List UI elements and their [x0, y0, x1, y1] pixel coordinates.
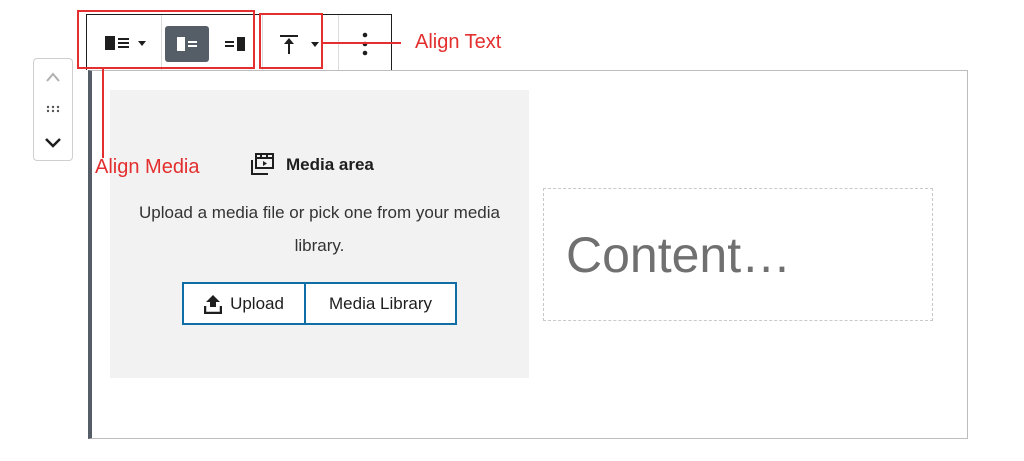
- media-area-label: Media area: [286, 155, 374, 174]
- move-down-button[interactable]: [34, 127, 72, 157]
- align-media-pointer: [102, 68, 104, 158]
- media-right-icon: [225, 37, 245, 51]
- align-text-annotation: Align Text: [415, 31, 502, 53]
- caret-down-icon: [311, 42, 319, 47]
- align-media-annotation: Align Media: [95, 156, 200, 178]
- media-library-button[interactable]: Media Library: [306, 282, 457, 325]
- media-left-icon: [105, 36, 129, 50]
- media-placeholder: Media area Upload a media file or pick o…: [110, 90, 529, 378]
- content-placeholder: Content…: [566, 226, 792, 283]
- more-options-button[interactable]: [343, 26, 387, 62]
- chevron-down-icon: [45, 137, 61, 148]
- align-text-pointer: [323, 42, 401, 44]
- more-vertical-icon: [362, 32, 368, 56]
- media-left-button[interactable]: [165, 26, 209, 62]
- media-area-description: Upload a media file or pick one from you…: [139, 203, 500, 255]
- content-paragraph[interactable]: Content…: [543, 188, 933, 321]
- media-area-title: Media area: [250, 152, 374, 178]
- media-library-label: Media Library: [329, 293, 432, 313]
- upload-label: Upload: [230, 293, 284, 313]
- media-left-icon: [177, 37, 197, 51]
- media-buttons: Upload Media Library: [182, 282, 457, 325]
- caret-down-icon: [138, 41, 146, 46]
- chevron-up-icon: [46, 72, 60, 82]
- media-right-button[interactable]: [213, 26, 257, 62]
- media-area-icon: [251, 153, 274, 175]
- block-mover: [33, 58, 73, 161]
- upload-button[interactable]: Upload: [182, 282, 306, 325]
- vertical-align-dropdown[interactable]: [269, 26, 329, 62]
- move-up-button[interactable]: [34, 63, 72, 91]
- media-align-dropdown[interactable]: [95, 28, 155, 58]
- upload-icon: [204, 294, 223, 314]
- drag-handle-icon: [46, 105, 60, 113]
- align-top-icon: [280, 35, 298, 54]
- drag-handle-button[interactable]: [34, 95, 72, 123]
